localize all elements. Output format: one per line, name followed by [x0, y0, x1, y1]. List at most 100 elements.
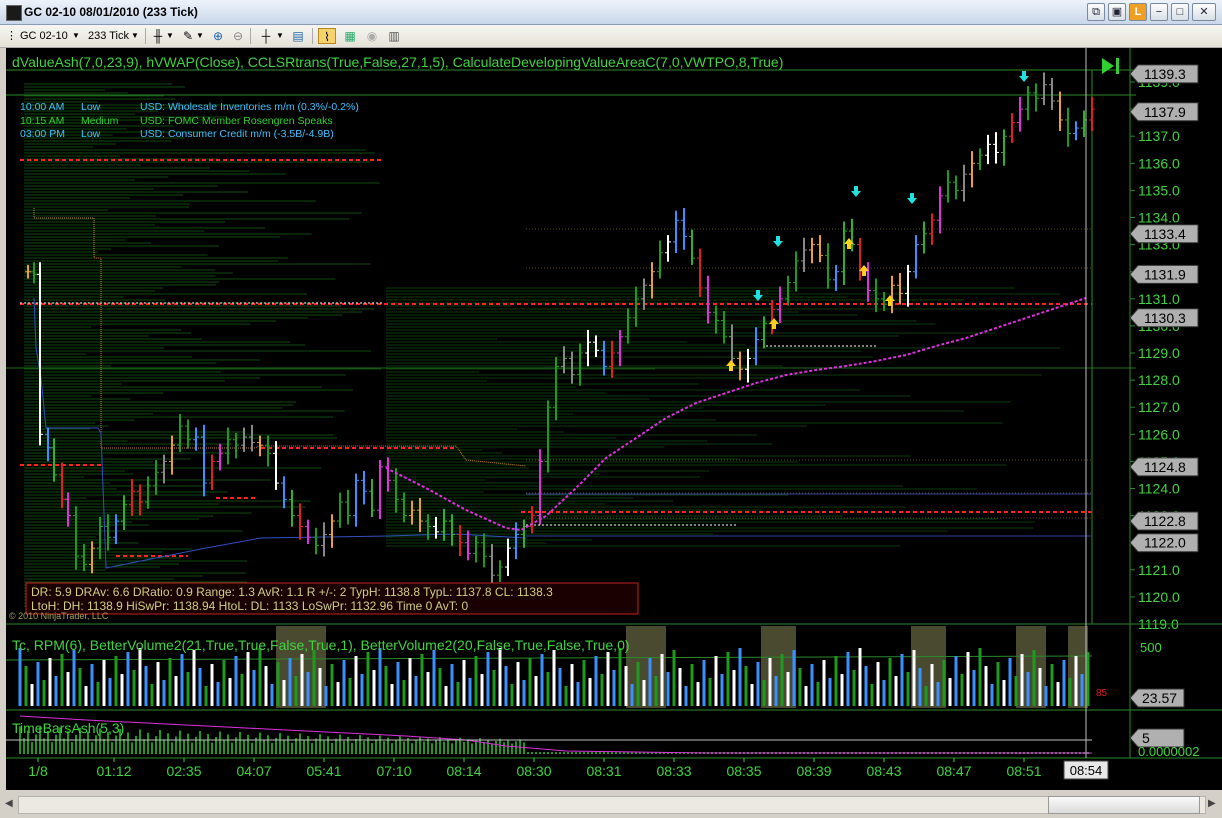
developing-va-high — [33, 208, 527, 467]
x-tick-label: 08:30 — [516, 763, 551, 779]
chart-canvas[interactable]: dValueAsh(7,0,23,9), hVWAP(Close), CCLSR… — [6, 48, 1222, 790]
volume-profile — [24, 83, 1061, 607]
down-arrow-icon — [773, 236, 783, 247]
indicators-icon[interactable]: ⌇ — [318, 28, 336, 44]
down-arrow-icon — [851, 186, 861, 197]
x-tick-label: 08:51 — [1006, 763, 1041, 779]
window-titlebar: GC 02-10 08/01/2010 (233 Tick) ⧉ ▣ L − □… — [0, 0, 1222, 25]
x-tick-label: 08:47 — [936, 763, 971, 779]
y-tick-label: 1135.0 — [1138, 182, 1180, 198]
pin-icon[interactable]: ▣ — [1108, 3, 1126, 21]
price-indicator-label: dValueAsh(7,0,23,9), hVWAP(Close), CCLSR… — [12, 54, 783, 70]
x-tick-label: 1/8 — [28, 763, 48, 779]
zoom-out-icon[interactable]: ⊖ — [230, 28, 246, 44]
y-tick-label: 1137.0 — [1138, 128, 1180, 144]
news-impact: Low — [81, 101, 101, 113]
x-tick-label: 08:31 — [586, 763, 621, 779]
strategies-icon[interactable]: ▦ — [342, 28, 358, 44]
x-tick-label: 07:10 — [376, 763, 411, 779]
crosshair-icon[interactable]: ┼ — [258, 28, 274, 44]
x-tick-label: 08:39 — [796, 763, 831, 779]
link-color-icon[interactable]: L — [1129, 3, 1147, 21]
record-icon[interactable]: ◉ — [364, 28, 380, 44]
scroll-thumb[interactable] — [1048, 796, 1200, 814]
y-tick-label: 1124.0 — [1138, 481, 1180, 497]
news-impact: Low — [81, 128, 101, 140]
chevron-down-icon[interactable]: ▼ — [131, 28, 139, 44]
volume-axis-tick: 500 — [1140, 640, 1162, 655]
time-axis: 1/8 01:12 02:35 04:07 05:41 07:10 08:14 08:30 08… — [28, 758, 1042, 779]
news-time: 03:00 PM — [20, 128, 65, 140]
y-tick-label: 1127.0 — [1138, 399, 1180, 415]
chevron-down-icon[interactable]: ▼ — [72, 28, 80, 44]
news-text: USD: FOMC Member Rosengren Speaks — [140, 115, 333, 127]
down-arrow-icon — [753, 290, 763, 301]
grip-icon: ⋮ — [6, 30, 17, 42]
y-tick-label: 1121.0 — [1138, 562, 1180, 578]
zoom-in-icon[interactable]: ⊕ — [210, 28, 226, 44]
price-marker-label: 1133.4 — [1144, 226, 1186, 242]
timebars — [6, 715, 1092, 754]
price-marker-label: 1130.3 — [1144, 310, 1186, 326]
up-arrow-icon — [769, 318, 779, 329]
volume-indicator-label: Tc, RPM(6), BetterVolume2(21,True,True,F… — [12, 637, 630, 653]
y-tick-label: 1134.0 — [1138, 210, 1180, 226]
news-time: 10:15 AM — [20, 115, 64, 127]
interval-selector[interactable]: 233 Tick — [88, 28, 129, 44]
dom-icon[interactable]: ▥ — [386, 28, 402, 44]
pencil-icon[interactable]: ✎ — [180, 28, 196, 44]
x-tick-label: 08:33 — [656, 763, 691, 779]
timebars-indicator-label: TimeBarsAsh(5,3) — [12, 720, 124, 736]
window-title: GC 02-10 08/01/2010 (233 Tick) — [24, 5, 198, 19]
news-text: USD: Consumer Credit m/m (-3.5B/-4.9B) — [140, 128, 334, 140]
horizontal-scrollbar[interactable]: ◀ ▶ — [0, 792, 1222, 818]
y-tick-label: 1120.0 — [1138, 589, 1180, 605]
x-tick-label: 08:14 — [446, 763, 481, 779]
app-icon — [6, 5, 22, 21]
x-tick-label: 01:12 — [96, 763, 131, 779]
volume-value-box-label: 23.57 — [1142, 690, 1177, 706]
x-tick-label: 08:35 — [726, 763, 761, 779]
scroll-track[interactable] — [18, 796, 1206, 814]
chevron-down-icon[interactable]: ▼ — [276, 28, 284, 44]
news-time: 10:00 AM — [20, 101, 64, 113]
minimize-button[interactable]: − — [1150, 3, 1168, 21]
scroll-left-icon[interactable]: ◀ — [5, 798, 13, 809]
bar-type-icon[interactable]: ╫ — [150, 28, 166, 44]
price-marker-label: 1124.8 — [1144, 459, 1186, 475]
chart-toolbar: ⋮ GC 02-10 ▼ 233 Tick ▼ ╫ ▼ ✎ ▼ ⊕ ⊖ ┼ ▼ … — [0, 25, 1222, 48]
down-arrow-icon — [1019, 71, 1029, 82]
copyright-text: © 2010 NinjaTrader, LLC — [9, 611, 109, 621]
close-button[interactable]: ✕ — [1192, 3, 1216, 21]
stats-line-1: DR: 5.9 DRAv: 6.6 DRatio: 0.9 Range: 1.3… — [31, 585, 553, 599]
price-marker-label: 1122.0 — [1144, 535, 1186, 551]
current-time-label: 08:54 — [1070, 763, 1103, 778]
scroll-right-icon[interactable]: ▶ — [1208, 798, 1216, 809]
maximize-button[interactable]: □ — [1171, 3, 1189, 21]
x-tick-label: 08:43 — [866, 763, 901, 779]
chevron-down-icon[interactable]: ▼ — [196, 28, 204, 44]
y-tick-label: 1136.0 — [1138, 155, 1180, 171]
play-icon — [1102, 58, 1114, 74]
x-tick-label: 05:41 — [306, 763, 341, 779]
play-bar-icon — [1116, 58, 1119, 74]
price-marker-label: 1122.8 — [1144, 513, 1186, 529]
volume-highlight — [761, 626, 796, 708]
up-arrow-icon — [726, 360, 736, 371]
y-tick-label: 1131.0 — [1138, 291, 1180, 307]
instrument-selector[interactable]: GC 02-10 — [20, 28, 68, 44]
price-marker-label: 1131.9 — [1144, 266, 1186, 282]
y-tick-label: 1128.0 — [1138, 372, 1180, 388]
y-tick-label: 1129.0 — [1138, 345, 1180, 361]
x-tick-label: 04:07 — [236, 763, 271, 779]
price-marker-label: 1139.3 — [1144, 66, 1186, 82]
chevron-down-icon[interactable]: ▼ — [166, 28, 174, 44]
news-impact: Medium — [81, 115, 119, 127]
x-tick-label: 02:35 — [166, 763, 201, 779]
volume-highlight — [911, 626, 946, 708]
news-text: USD: Wholesale Inventories m/m (0.3%/-0.… — [140, 101, 359, 113]
chart-area[interactable]: dValueAsh(7,0,23,9), hVWAP(Close), CCLSR… — [6, 48, 1222, 790]
link-icon[interactable]: ⧉ — [1087, 3, 1105, 21]
timebars-value-label: 0.0000002 — [1138, 744, 1199, 759]
properties-icon[interactable]: ▤ — [290, 28, 306, 44]
